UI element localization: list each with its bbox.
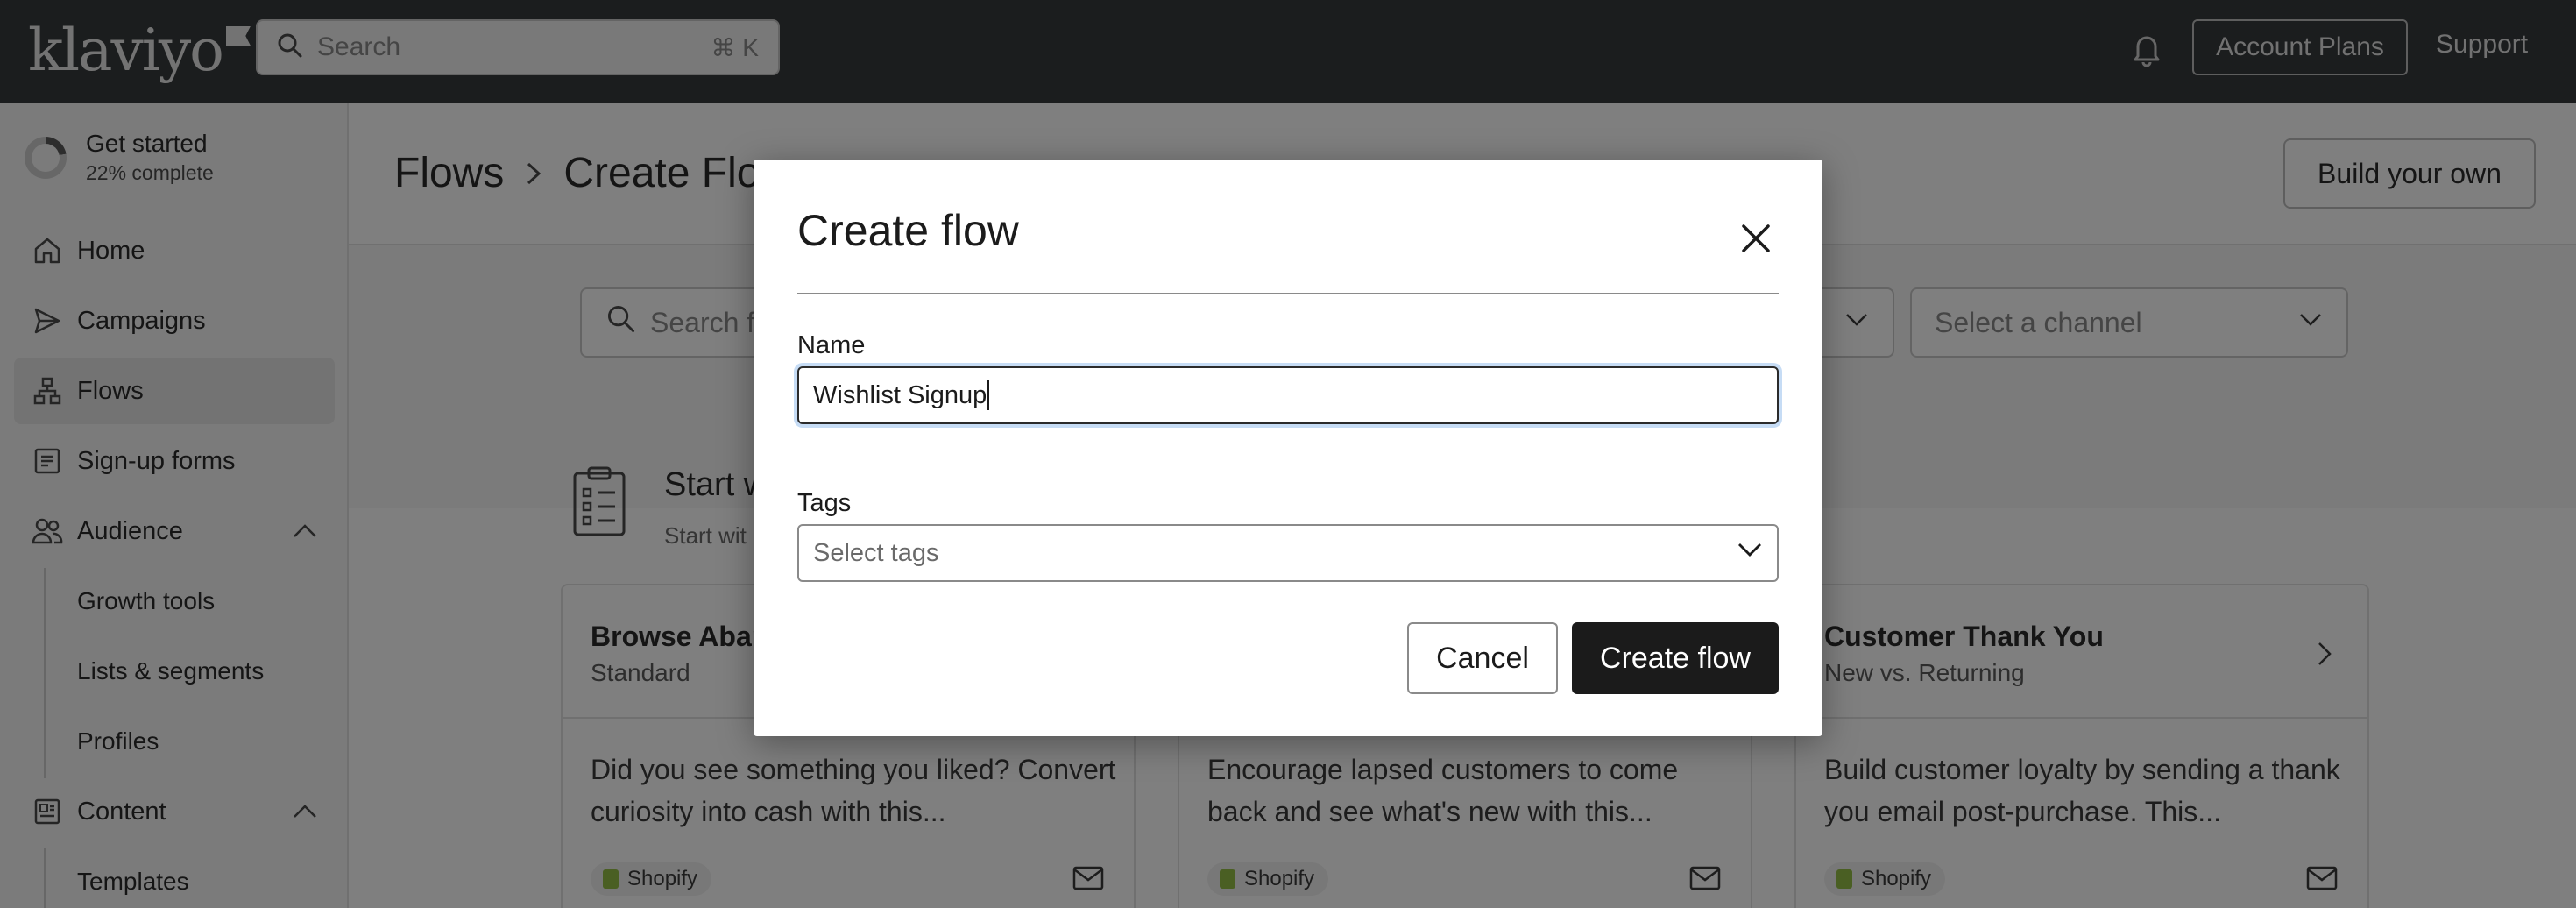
dialog-title: Create flow <box>797 206 1019 255</box>
text-caret <box>987 380 990 410</box>
close-icon[interactable] <box>1730 212 1782 265</box>
tags-placeholder: Select tags <box>813 538 939 567</box>
chevron-down-icon <box>1737 536 1763 570</box>
create-flow-button[interactable]: Create flow <box>1572 622 1779 694</box>
dialog-divider <box>797 293 1779 294</box>
tags-label: Tags <box>797 489 852 517</box>
cancel-button[interactable]: Cancel <box>1407 622 1558 694</box>
create-flow-dialog: Create flow Name Wishlist Signup Tags Se… <box>754 160 1822 736</box>
flow-name-value: Wishlist Signup <box>813 380 987 409</box>
name-label: Name <box>797 331 866 359</box>
flow-name-input[interactable]: Wishlist Signup <box>797 366 1779 424</box>
tags-select[interactable]: Select tags <box>797 524 1779 582</box>
